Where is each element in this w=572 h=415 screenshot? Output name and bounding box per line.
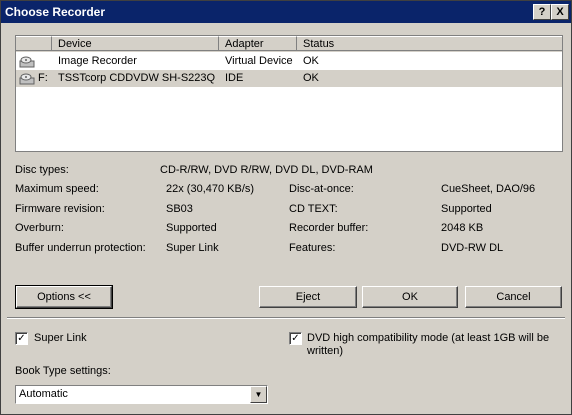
firmware-label: Firmware revision: xyxy=(15,203,105,215)
overburn-label: Overburn: xyxy=(15,222,64,234)
super-link-label[interactable]: Super Link xyxy=(34,332,87,344)
help-button[interactable]: ? xyxy=(533,4,551,20)
firmware-value: SB03 xyxy=(166,203,193,215)
underrun-value: Super Link xyxy=(166,242,219,254)
recorder-buffer-label: Recorder buffer: xyxy=(289,222,369,234)
image-recorder-icon xyxy=(19,56,35,68)
dvd-compat-checkbox[interactable]: ✓ xyxy=(289,332,302,345)
chevron-down-icon[interactable]: ▼ xyxy=(250,386,267,403)
device-status: OK xyxy=(303,55,319,67)
dvd-compat-label-line1[interactable]: DVD high compatibility mode (at least 1G… xyxy=(307,332,549,344)
device-adapter: IDE xyxy=(225,72,244,84)
device-name: Image Recorder xyxy=(58,55,137,67)
max-speed-value: 22x (30,470 KB/s) xyxy=(166,183,255,195)
close-button[interactable]: X xyxy=(551,4,569,20)
book-type-value: Automatic xyxy=(19,388,68,400)
disc-at-once-value: CueSheet, DAO/96 xyxy=(441,183,536,195)
dvd-compat-label-line2[interactable]: written) xyxy=(307,345,343,357)
title-bar[interactable]: Choose Recorder ? X xyxy=(1,1,571,23)
separator xyxy=(7,317,565,319)
optical-drive-icon xyxy=(19,73,35,85)
device-row-tsstcorp[interactable]: F: TSSTcorp CDDVDW SH-S223Q IDE OK xyxy=(16,70,562,87)
device-letter: F: xyxy=(38,72,48,84)
disc-at-once-label: Disc-at-once: xyxy=(289,183,354,195)
eject-button[interactable]: Eject xyxy=(259,286,357,308)
device-adapter: Virtual Device xyxy=(225,55,293,67)
column-header-device[interactable]: Device xyxy=(52,36,219,51)
cd-text-label: CD TEXT: xyxy=(289,203,338,215)
cd-text-value: Supported xyxy=(441,203,492,215)
super-link-checkbox[interactable]: ✓ xyxy=(15,332,28,345)
device-row-image-recorder[interactable]: Image Recorder Virtual Device OK xyxy=(16,53,562,70)
column-header-status[interactable]: Status xyxy=(297,36,562,51)
device-list[interactable]: Device Adapter Status Image Recorder Vir… xyxy=(15,35,563,152)
column-header-icon[interactable] xyxy=(16,36,52,51)
disc-types-value: CD-R/RW, DVD R/RW, DVD DL, DVD-RAM xyxy=(160,164,373,176)
underrun-label: Buffer underrun protection: xyxy=(15,242,146,254)
recorder-buffer-value: 2048 KB xyxy=(441,222,484,234)
window-title: Choose Recorder xyxy=(5,5,106,19)
choose-recorder-dialog: Choose Recorder ? X Device Adapter Statu… xyxy=(0,0,572,415)
book-type-select[interactable]: Automatic ▼ xyxy=(15,385,268,404)
column-header-adapter[interactable]: Adapter xyxy=(219,36,297,51)
device-name: TSSTcorp CDDVDW SH-S223Q xyxy=(58,72,216,84)
device-list-header: Device Adapter Status xyxy=(16,36,562,52)
ok-button[interactable]: OK xyxy=(362,286,458,308)
options-button[interactable]: Options << xyxy=(15,285,113,309)
overburn-value: Supported xyxy=(166,222,217,234)
max-speed-label: Maximum speed: xyxy=(15,183,99,195)
book-type-label: Book Type settings: xyxy=(15,365,111,377)
cancel-button[interactable]: Cancel xyxy=(465,286,562,308)
features-label: Features: xyxy=(289,242,336,254)
device-status: OK xyxy=(303,72,319,84)
disc-types-label: Disc types: xyxy=(15,164,69,176)
features-value: DVD-RW DL xyxy=(441,242,504,254)
